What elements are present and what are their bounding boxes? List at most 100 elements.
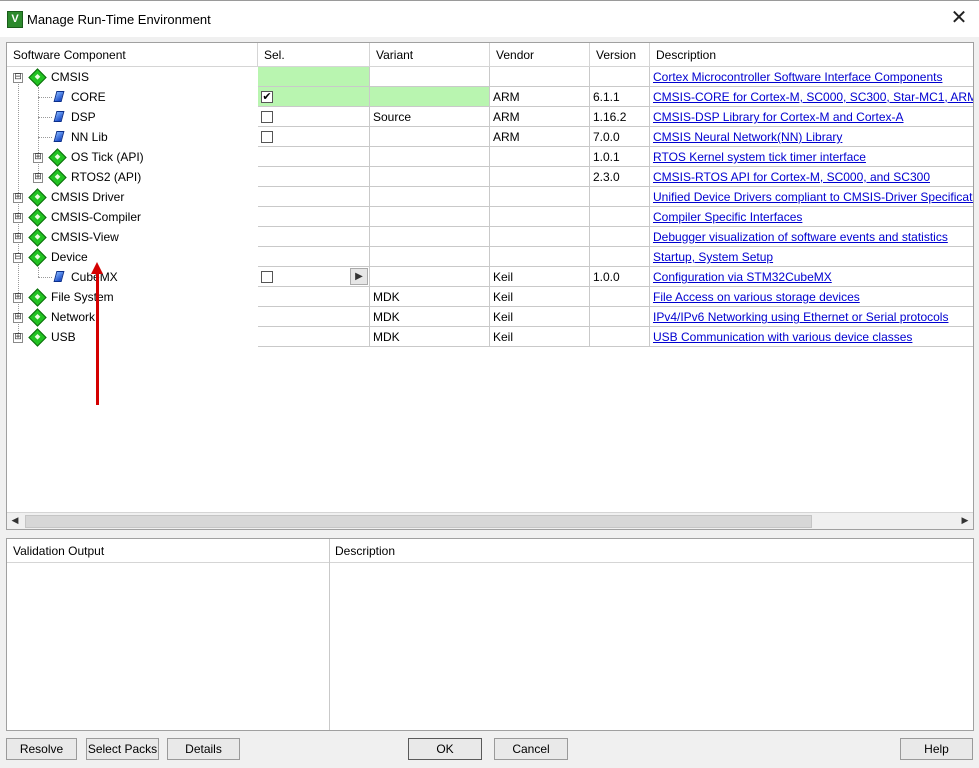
- version-cell: [590, 247, 650, 267]
- header-validation-description: Description: [329, 539, 973, 563]
- header-description[interactable]: Description: [650, 43, 973, 67]
- cubemx-checkbox[interactable]: [261, 271, 273, 283]
- sel-cell[interactable]: [258, 207, 370, 227]
- description-link[interactable]: File Access on various storage devices: [653, 290, 860, 304]
- sel-cell[interactable]: [258, 187, 370, 207]
- variant-cell[interactable]: MDK: [370, 307, 490, 327]
- description-link[interactable]: Compiler Specific Interfaces: [653, 210, 802, 224]
- sel-cell[interactable]: [258, 67, 370, 87]
- collapse-icon[interactable]: ⊟: [13, 253, 23, 263]
- cancel-button[interactable]: Cancel: [494, 738, 568, 760]
- description-link[interactable]: Startup, System Setup: [653, 250, 773, 264]
- expand-icon[interactable]: ⊞: [33, 173, 43, 183]
- sel-cell[interactable]: [258, 327, 370, 347]
- expand-icon[interactable]: ⊞: [13, 233, 23, 243]
- tree-item-cmsis[interactable]: CMSIS: [51, 67, 89, 87]
- description-cell: USB Communication with various device cl…: [650, 327, 973, 347]
- sel-cell[interactable]: [258, 287, 370, 307]
- tree-item-rtos2[interactable]: RTOS2 (API): [71, 167, 141, 187]
- scrollbar-thumb[interactable]: [25, 515, 812, 528]
- description-link[interactable]: CMSIS-RTOS API for Cortex-M, SC000, and …: [653, 170, 930, 184]
- description-link[interactable]: Debugger visualization of software event…: [653, 230, 948, 244]
- version-cell: 7.0.0: [590, 127, 650, 147]
- green-diamond-icon: [28, 288, 47, 307]
- ok-button[interactable]: OK: [408, 738, 482, 760]
- close-icon[interactable]: ✕: [947, 7, 971, 31]
- tree-item-usb[interactable]: USB: [51, 327, 76, 347]
- description-link[interactable]: CMSIS-CORE for Cortex-M, SC000, SC300, S…: [653, 90, 973, 104]
- variant-cell[interactable]: MDK: [370, 287, 490, 307]
- variant-cell: [370, 227, 490, 247]
- variant-cell: [370, 147, 490, 167]
- select-packs-button[interactable]: Select Packs: [86, 738, 159, 760]
- expand-icon[interactable]: ⊞: [13, 213, 23, 223]
- tree-line: [38, 97, 52, 98]
- sel-cell[interactable]: [258, 227, 370, 247]
- help-button[interactable]: Help: [900, 738, 973, 760]
- description-cell: CMSIS-DSP Library for Cortex-M and Corte…: [650, 107, 973, 127]
- header-vendor[interactable]: Vendor: [490, 43, 590, 67]
- validation-panel: Validation Output Description: [6, 538, 974, 731]
- tree-item-dsp[interactable]: DSP: [71, 107, 96, 127]
- keil-uvision-icon: V: [7, 11, 23, 28]
- expand-icon[interactable]: ⊞: [13, 313, 23, 323]
- description-link[interactable]: RTOS Kernel system tick timer interface: [653, 150, 866, 164]
- expand-icon[interactable]: ⊞: [13, 193, 23, 203]
- sel-cell[interactable]: [258, 167, 370, 187]
- description-link[interactable]: Unified Device Drivers compliant to CMSI…: [653, 190, 973, 204]
- header-sel[interactable]: Sel.: [258, 43, 370, 67]
- tree-item-nn-lib[interactable]: NN Lib: [71, 127, 108, 147]
- variant-cell[interactable]: MDK: [370, 327, 490, 347]
- header-software-component[interactable]: Software Component: [7, 43, 258, 67]
- description-cell: CMSIS-CORE for Cortex-M, SC000, SC300, S…: [650, 87, 973, 107]
- expand-icon[interactable]: ⊞: [13, 333, 23, 343]
- description-link[interactable]: CMSIS Neural Network(NN) Library: [653, 130, 842, 144]
- resolve-button[interactable]: Resolve: [6, 738, 77, 760]
- tree-item-file-system[interactable]: File System: [51, 287, 114, 307]
- vendor-cell: Keil: [490, 267, 590, 287]
- core-checkbox[interactable]: ✔: [261, 91, 273, 103]
- sel-cell[interactable]: [258, 247, 370, 267]
- blue-gem-icon: [53, 131, 65, 142]
- dsp-checkbox[interactable]: [261, 111, 273, 123]
- expand-icon[interactable]: ⊞: [13, 293, 23, 303]
- version-cell: 2.3.0: [590, 167, 650, 187]
- nn-lib-checkbox[interactable]: [261, 131, 273, 143]
- horizontal-scrollbar[interactable]: ◀ ▶: [7, 512, 973, 529]
- version-cell: [590, 287, 650, 307]
- tree-line: [38, 87, 39, 177]
- version-cell: [590, 307, 650, 327]
- variant-cell[interactable]: Source: [370, 107, 490, 127]
- header-variant[interactable]: Variant: [370, 43, 490, 67]
- tree-item-cmsis-driver[interactable]: CMSIS Driver: [51, 187, 124, 207]
- tree-item-network[interactable]: Network: [51, 307, 95, 327]
- description-link[interactable]: Cortex Microcontroller Software Interfac…: [653, 70, 942, 84]
- tree-item-cmsis-compiler[interactable]: CMSIS-Compiler: [51, 207, 141, 227]
- tree-item-core[interactable]: CORE: [71, 87, 106, 107]
- tree-item-cmsis-view[interactable]: CMSIS-View: [51, 227, 119, 247]
- header-validation-output: Validation Output: [7, 539, 329, 563]
- description-link[interactable]: Configuration via STM32CubeMX: [653, 270, 832, 284]
- vendor-cell: [490, 167, 590, 187]
- scroll-right-icon[interactable]: ▶: [957, 513, 973, 529]
- sel-cell[interactable]: [258, 147, 370, 167]
- tree-item-device[interactable]: Device: [51, 247, 88, 267]
- version-cell: 6.1.1: [590, 87, 650, 107]
- scroll-left-icon[interactable]: ◀: [7, 513, 23, 529]
- description-link[interactable]: IPv4/IPv6 Networking using Ethernet or S…: [653, 310, 948, 324]
- description-link[interactable]: CMSIS-DSP Library for Cortex-M and Corte…: [653, 110, 904, 124]
- expand-icon[interactable]: ⊞: [33, 153, 43, 163]
- collapse-icon[interactable]: ⊟: [13, 73, 23, 83]
- header-version[interactable]: Version: [590, 43, 650, 67]
- sel-cell[interactable]: [258, 307, 370, 327]
- vendor-cell: [490, 147, 590, 167]
- variant-cell: [370, 247, 490, 267]
- play-icon[interactable]: ▶: [350, 268, 368, 285]
- tree-item-os-tick[interactable]: OS Tick (API): [71, 147, 144, 167]
- details-button[interactable]: Details: [167, 738, 240, 760]
- blue-gem-icon: [53, 111, 65, 122]
- tree-line: [38, 267, 39, 277]
- description-link[interactable]: USB Communication with various device cl…: [653, 330, 912, 344]
- tree-line: [38, 277, 52, 278]
- annotation-arrow-head: [91, 262, 103, 274]
